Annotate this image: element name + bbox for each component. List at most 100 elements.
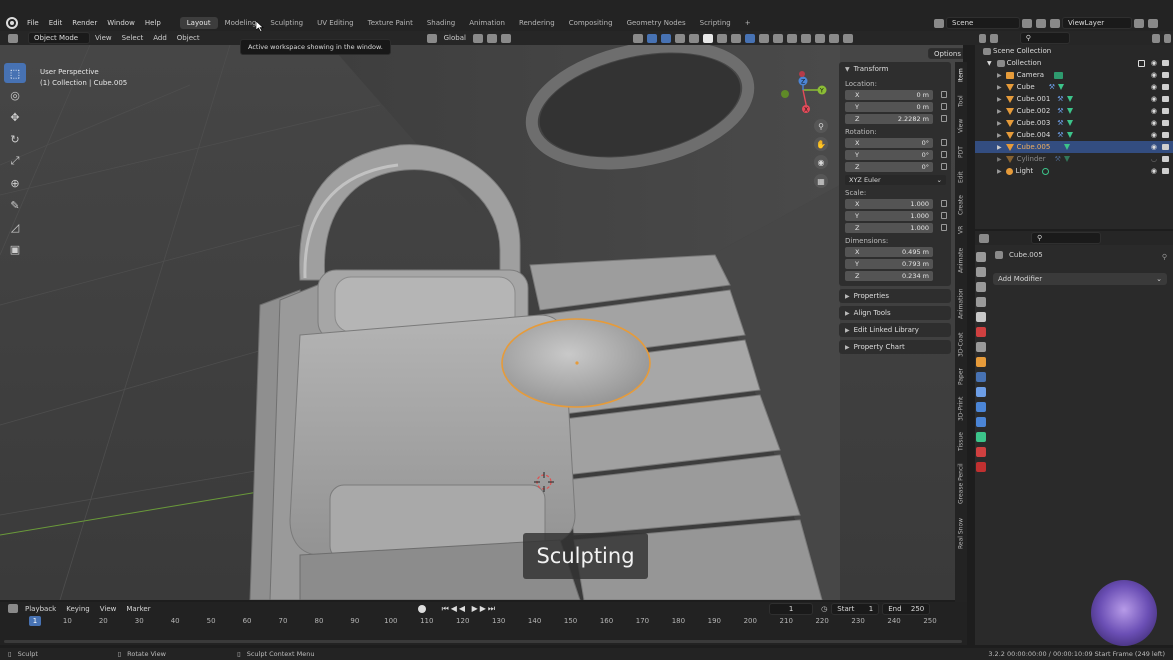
render-camera-icon[interactable] <box>1162 60 1169 66</box>
tab-real-snow[interactable]: Real Snow <box>955 512 967 554</box>
render-camera-icon[interactable] <box>1162 132 1169 138</box>
xray-icon[interactable] <box>674 33 685 43</box>
output-tab-icon[interactable] <box>976 282 986 292</box>
start-frame-field[interactable]: Start 1 <box>831 602 880 615</box>
render-camera-icon[interactable] <box>1162 84 1169 90</box>
playback-controls[interactable]: ⏮◀◀ ▶▶⏭ <box>442 604 498 614</box>
outliner-item-cube[interactable]: ▶ Cube ⚒ ◉ <box>975 81 1173 93</box>
outliner-item-camera[interactable]: ▶ Camera ◉ <box>975 69 1173 81</box>
dimension-z-field[interactable]: Z 0.234 m <box>845 271 933 281</box>
record-icon[interactable] <box>417 604 426 613</box>
new-view-layer-icon[interactable] <box>1134 18 1144 28</box>
expand-arrow-icon[interactable]: ▶ <box>997 156 1002 163</box>
scale-z-field[interactable]: Z 1.000 <box>845 223 947 233</box>
end-frame-field[interactable]: End 250 <box>882 602 931 615</box>
editor-type-icon[interactable] <box>979 233 989 243</box>
remove-scene-icon[interactable] <box>1036 18 1046 28</box>
render-camera-icon[interactable] <box>1162 168 1169 174</box>
tab-animation[interactable]: Animation <box>955 282 967 326</box>
toolbar-addon-icon[interactable] <box>744 33 755 43</box>
current-frame-field[interactable]: 1 <box>769 602 814 615</box>
menu-help[interactable]: Help <box>140 19 166 27</box>
overlay-toggle-icon[interactable] <box>660 33 671 43</box>
material-tab-icon[interactable] <box>976 447 986 457</box>
select-box-tool-icon[interactable]: ⬚ <box>4 63 26 83</box>
menu-add[interactable]: Add <box>148 34 172 42</box>
eye-icon[interactable]: ◉ <box>1151 59 1157 67</box>
menu-edit[interactable]: Edit <box>44 19 68 27</box>
current-frame-marker[interactable]: 1 <box>29 616 41 626</box>
pin-icon[interactable]: ⚲ <box>1162 253 1167 261</box>
eye-icon[interactable]: ◉ <box>1151 143 1157 151</box>
pan-hand-icon[interactable]: ✋ <box>814 137 828 151</box>
checkbox-icon[interactable] <box>1138 59 1145 67</box>
tab-layout[interactable]: Layout <box>179 17 218 29</box>
tab-view[interactable]: View <box>955 114 967 138</box>
rotation-mode-dropdown[interactable]: XYZ Euler ⌄ <box>845 175 946 185</box>
dimension-y-field[interactable]: Y 0.793 m <box>845 259 933 269</box>
properties-search-input[interactable]: ⚲ <box>1031 232 1101 244</box>
rendered-shading-icon[interactable] <box>730 33 741 43</box>
tab-animate[interactable]: Animate <box>955 240 967 280</box>
transform-orientation-selector[interactable]: Global <box>439 34 471 42</box>
outliner-item-cube001[interactable]: ▶ Cube.001 ⚒ ◉ <box>975 93 1173 105</box>
options-button[interactable]: Options <box>928 48 963 59</box>
eye-icon[interactable]: ◉ <box>1151 95 1157 103</box>
gizmo-neg-x-handle[interactable] <box>799 71 805 77</box>
expand-arrow-icon[interactable]: ▶ <box>997 120 1002 127</box>
transform-panel-header[interactable]: ▼ Transform <box>839 62 951 76</box>
tab-compositing[interactable]: Compositing <box>562 17 620 29</box>
tab-create[interactable]: Create <box>955 190 967 220</box>
outliner-item-cube004[interactable]: ▶ Cube.004 ⚒ ◉ <box>975 129 1173 141</box>
render-camera-icon[interactable] <box>1162 108 1169 114</box>
lock-icon[interactable] <box>941 151 947 158</box>
timeline-view-menu[interactable]: View <box>95 605 122 613</box>
tab-animation[interactable]: Animation <box>462 17 512 29</box>
texture-tab-icon[interactable] <box>976 462 986 472</box>
gizmo-neg-y-handle[interactable] <box>781 90 789 98</box>
render-camera-icon[interactable] <box>1162 156 1169 162</box>
lock-icon[interactable] <box>941 103 947 110</box>
lock-icon[interactable] <box>941 212 947 219</box>
addon-icon-2[interactable] <box>772 33 783 43</box>
ortho-grid-icon[interactable]: ▦ <box>814 174 828 188</box>
render-camera-icon[interactable] <box>1162 144 1169 150</box>
menu-view[interactable]: View <box>90 34 117 42</box>
view-layer-tab-icon[interactable] <box>976 297 986 307</box>
eye-icon[interactable]: ◉ <box>1151 167 1157 175</box>
outliner-item-cube005[interactable]: ▶ Cube.005 ◉ <box>975 141 1173 153</box>
addon-icon-1[interactable] <box>758 33 769 43</box>
scale-tool-icon[interactable]: ⤢ <box>4 151 26 171</box>
tab-item[interactable]: Item <box>955 62 967 88</box>
scene-tab-icon[interactable] <box>976 312 986 322</box>
constraints-tab-icon[interactable] <box>976 417 986 427</box>
expand-arrow-icon[interactable]: ▶ <box>997 96 1002 103</box>
eye-icon[interactable]: ◉ <box>1151 83 1157 91</box>
zoom-icon[interactable]: ⚲ <box>814 119 828 133</box>
expand-arrow-icon[interactable]: ▶ <box>997 84 1002 91</box>
tool-tab-icon[interactable] <box>976 252 986 262</box>
playback-menu[interactable]: Playback <box>20 605 61 613</box>
editor-type-icon[interactable] <box>8 33 18 43</box>
properties-panel[interactable]: ▶ Properties <box>839 289 951 303</box>
particles-tab-icon[interactable] <box>976 387 986 397</box>
rotation-y-field[interactable]: Y 0° <box>845 150 947 160</box>
add-workspace-button[interactable]: + <box>738 17 758 29</box>
keying-menu[interactable]: Keying <box>61 605 95 613</box>
material-shading-icon[interactable] <box>716 33 727 43</box>
addon-icon-5[interactable] <box>814 33 825 43</box>
editor-type-icon[interactable] <box>979 33 987 43</box>
eye-icon[interactable]: ◉ <box>1151 107 1157 115</box>
view-layer-field[interactable]: ViewLayer <box>1062 17 1132 29</box>
outliner-item-cube003[interactable]: ▶ Cube.003 ⚒ ◉ <box>975 117 1173 129</box>
render-camera-icon[interactable] <box>1162 72 1169 78</box>
edit-linked-library-panel[interactable]: ▶ Edit Linked Library <box>839 323 951 337</box>
tab-geometry-nodes[interactable]: Geometry Nodes <box>620 17 693 29</box>
location-z-field[interactable]: Z 2.2282 m <box>845 114 947 124</box>
scene-field[interactable]: Scene <box>946 17 1020 29</box>
expand-arrow-icon[interactable]: ▶ <box>997 144 1002 151</box>
timeline-scrollbar[interactable] <box>4 640 962 643</box>
world-tab-icon[interactable] <box>976 327 986 337</box>
tab-paper[interactable]: Paper <box>955 364 967 390</box>
render-camera-icon[interactable] <box>1162 96 1169 102</box>
